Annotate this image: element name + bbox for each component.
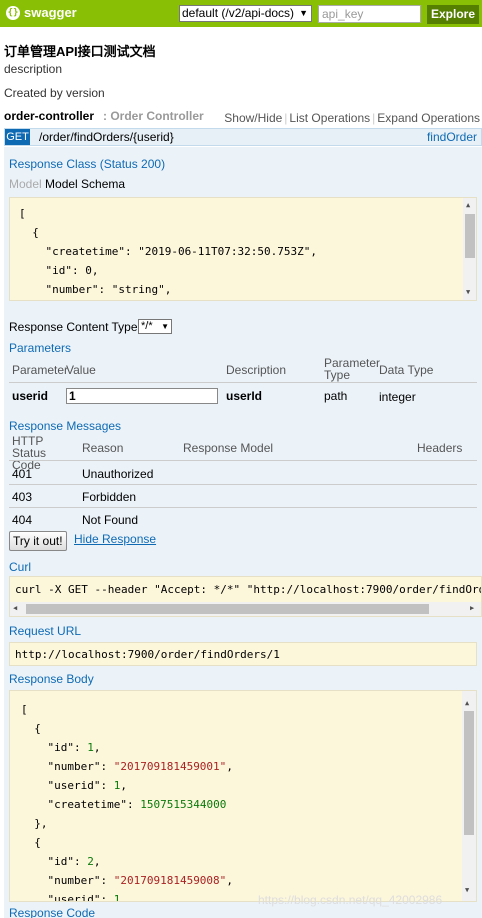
param-col-parameter: Parameter [12,363,69,377]
created-by: Created by version [4,86,105,100]
top-bar: {} swagger default (/v2/api-docs) ▼ api_… [0,0,482,27]
body-line: [ [21,703,28,716]
schema-line: "number": "string", [19,283,172,296]
resp-divider [9,460,477,461]
curl-box[interactable]: curl -X GET --header "Accept: */*" "http… [9,576,482,617]
request-url-box[interactable]: http://localhost:7900/order/findOrders/1 [9,642,477,666]
schema-line: { [19,226,39,239]
body-line: "createtime": 1507515344000 [21,798,227,811]
show-hide-link[interactable]: Show/Hide [222,111,284,125]
response-class-heading: Response Class (Status 200) [9,157,166,171]
response-body-heading: Response Body [9,672,94,686]
body-line: }, [21,817,48,830]
operation-nickname[interactable]: findOrder [427,130,477,144]
param-divider [9,382,477,383]
spec-select[interactable]: default (/v2/api-docs) ▼ [179,5,312,22]
resp-reason: Forbidden [82,490,137,504]
content-type-value: */* [141,320,153,332]
resp-divider [9,484,477,485]
model-schema-box[interactable]: [ { "createtime": "2019-06-11T07:32:50.7… [9,197,477,301]
logo-text[interactable]: swagger [24,5,77,20]
controller-links: Show/Hide | List Operations | Expand Operati… [222,111,482,125]
controller-description: : Order Controller [103,109,204,123]
expand-operations-link[interactable]: Expand Operations [375,111,482,125]
response-body-scrollbar[interactable]: ▲ ▼ [462,691,476,901]
list-operations-link[interactable]: List Operations [287,111,372,125]
curl-scrollbar[interactable]: ◀ ▶ [10,602,481,616]
body-line: "number": "201709181459008", [21,874,233,887]
resp-code: 401 [12,467,33,481]
body-line: { [21,722,41,735]
param-col-description: Description [226,363,287,377]
schema-line: "createtime": "2019-06-11T07:32:50.753Z"… [19,245,318,258]
resp-col-model: Response Model [183,441,274,455]
watermark: https://blog.csdn.net/qq_42002986 [258,893,443,907]
body-line: { [21,836,41,849]
tab-model-schema[interactable]: Model Schema [45,177,125,191]
content-type-select[interactable]: */* ▼ [138,319,172,334]
content-type-label: Response Content Type [9,320,138,334]
parameters-heading: Parameters [9,341,72,355]
param-type: path [324,389,348,403]
http-method-badge[interactable]: GET [5,129,30,145]
request-url-text: http://localhost:7900/order/findOrders/1 [15,648,280,661]
schema-line: [ [19,207,26,220]
explore-button[interactable]: Explore [427,5,479,24]
resp-col-reason: Reason [82,441,124,455]
param-col-value: Value [66,363,96,377]
api-key-input[interactable]: api_key [318,5,421,23]
schema-line: "id": 0, [19,264,99,277]
param-data-type: integer [379,390,416,404]
param-description: userId [226,389,263,403]
resp-divider [9,507,477,508]
resp-col-headers: Headers [417,441,463,455]
hide-response-link[interactable]: Hide Response [74,532,156,546]
chevron-down-icon: ▼ [161,322,169,331]
schema-scrollbar[interactable]: ▲ ▼ [463,198,476,300]
userid-input[interactable]: 1 [66,388,218,404]
spec-select-value: default (/v2/api-docs) [182,6,295,20]
controller-name[interactable]: order-controller [4,109,94,123]
api-description: description [4,62,63,76]
request-url-heading: Request URL [9,624,82,638]
param-col-datatype: Data Type [379,363,434,377]
response-messages-heading: Response Messages [9,419,122,433]
param-name: userid [12,389,49,403]
body-line: "id": 2, [21,855,101,868]
chevron-down-icon: ▼ [299,8,308,18]
curl-heading: Curl [9,560,32,574]
resp-col-code: HTTP Status Code [12,434,47,472]
model-tabs: Model Model Schema [9,177,125,191]
swagger-logo-icon: {} [6,6,20,20]
operation-bar[interactable]: GET /order/findOrders/{userid} findOrder [4,128,482,146]
response-body-box[interactable]: [ { "id": 1, "number": "201709181459001"… [9,690,477,902]
resp-code: 403 [12,490,33,504]
tab-model[interactable]: Model [9,177,42,191]
body-line: "number": "201709181459001", [21,760,233,773]
param-col-type: Parameter Type [324,356,381,382]
body-line: "id": 1, [21,741,101,754]
resp-code: 404 [12,513,33,527]
curl-command: curl -X GET --header "Accept: */*" "http… [15,583,482,596]
operation-path[interactable]: /order/findOrders/{userid} [39,130,174,144]
controller-header: order-controller : Order Controller Show… [4,109,482,127]
try-it-out-button[interactable]: Try it out! [9,531,67,551]
api-title: 订单管理API接口测试文档 [4,44,156,59]
body-line: "userid": 1, [21,779,127,792]
response-code-heading: Response Code [9,906,96,918]
body-line: "userid": 1 [21,893,121,902]
resp-reason: Unauthorized [82,467,154,481]
resp-reason: Not Found [82,513,139,527]
